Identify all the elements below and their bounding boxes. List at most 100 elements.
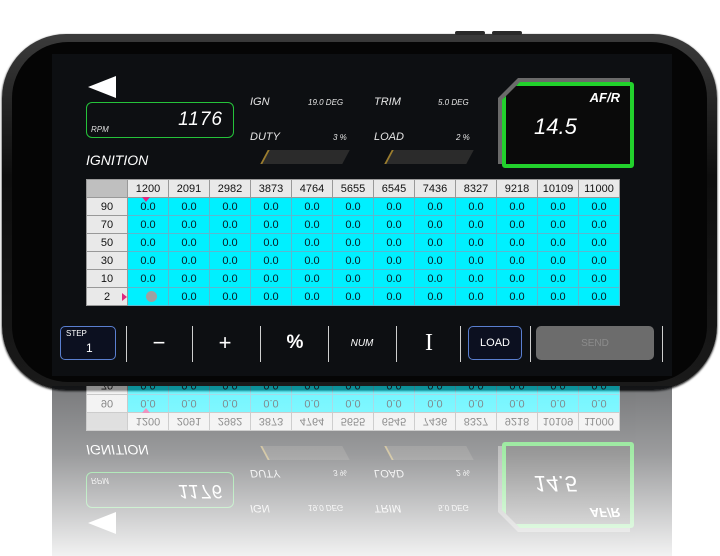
map-cell[interactable]: 0.0 [537, 269, 579, 288]
map-cell[interactable]: 0.0 [168, 287, 210, 306]
map-cell[interactable]: 0.0 [127, 233, 169, 252]
map-cell[interactable]: 0.0 [496, 233, 538, 252]
map-cell[interactable]: 0.0 [578, 233, 620, 252]
map-cell[interactable]: 0.0 [209, 233, 251, 252]
map-cell[interactable]: 0.0 [455, 215, 497, 234]
map-cell[interactable]: 0.0 [291, 287, 333, 306]
map-cell[interactable]: 0.0 [291, 215, 333, 234]
map-cell[interactable]: 0.0 [455, 233, 497, 252]
plus-button[interactable]: + [194, 326, 256, 360]
rpm-column-header: 10109 [537, 179, 579, 198]
rpm-column-header: 4764 [291, 179, 333, 198]
map-cell[interactable]: 0.0 [209, 215, 251, 234]
send-button[interactable]: SEND [536, 326, 654, 360]
map-cell[interactable]: 0.0 [414, 269, 456, 288]
minus-button[interactable]: − [128, 326, 190, 360]
map-cell[interactable]: 0.0 [168, 251, 210, 270]
map-cell[interactable]: 0.0 [127, 197, 169, 216]
map-cell[interactable]: 0.0 [127, 215, 169, 234]
map-cell[interactable]: 0.0 [373, 287, 415, 306]
map-cell[interactable]: 0.0 [414, 287, 456, 306]
map-cell[interactable]: 0.0 [373, 251, 415, 270]
cell-value: 0.0 [181, 290, 197, 303]
map-cell[interactable]: 0.0 [578, 197, 620, 216]
map-cell[interactable]: 0.0 [250, 269, 292, 288]
map-cell[interactable]: 0.0 [537, 287, 579, 306]
map-cell[interactable]: 0.0 [250, 197, 292, 216]
map-cell[interactable]: 0.0 [168, 215, 210, 234]
cursor-button[interactable]: I [398, 326, 460, 360]
map-cell[interactable]: 0.0 [291, 197, 333, 216]
map-cell[interactable]: 0.0 [209, 287, 251, 306]
map-cell[interactable] [122, 287, 169, 306]
map-cell[interactable]: 0.0 [537, 233, 579, 252]
load-row-header: 70 [86, 215, 128, 234]
map-cell[interactable]: 0.0 [209, 251, 251, 270]
map-cell[interactable]: 0.0 [373, 215, 415, 234]
map-cell[interactable]: 0.0 [455, 269, 497, 288]
map-cell[interactable]: 0.0 [578, 251, 620, 270]
map-cell[interactable]: 0.0 [250, 215, 292, 234]
map-cell[interactable]: 0.0 [291, 269, 333, 288]
cell-value: 0.0 [304, 272, 320, 285]
map-cell[interactable]: 0.0 [127, 269, 169, 288]
cell-value: 0.0 [509, 254, 525, 267]
cell-value: 0.0 [427, 218, 443, 231]
map-cell[interactable]: 0.0 [373, 233, 415, 252]
load-button[interactable]: LOAD [468, 326, 522, 360]
map-cell[interactable]: 0.0 [496, 197, 538, 216]
map-cell[interactable]: 0.0 [537, 197, 579, 216]
cell-value: 0.0 [427, 254, 443, 267]
map-cell[interactable]: 0.0 [168, 197, 210, 216]
cell-value: 0.0 [345, 236, 361, 249]
map-cell[interactable]: 0.0 [455, 287, 497, 306]
back-arrow-icon[interactable] [88, 76, 116, 98]
map-cell[interactable]: 0.0 [578, 287, 620, 306]
map-cell[interactable]: 0.0 [332, 233, 374, 252]
map-cell[interactable]: 0.0 [496, 287, 538, 306]
map-cell[interactable]: 0.0 [250, 233, 292, 252]
load-row-header: 30 [86, 251, 128, 270]
map-cell[interactable]: 0.0 [332, 287, 374, 306]
map-cell[interactable]: 0.0 [209, 197, 251, 216]
map-cell[interactable]: 0.0 [168, 269, 210, 288]
rpm-display: RPM 1176 [86, 102, 234, 138]
rpm-column-header: 7436 [414, 179, 456, 198]
rpm-column-header: 5655 [332, 179, 374, 198]
map-cell[interactable]: 0.0 [455, 251, 497, 270]
map-cell[interactable]: 0.0 [250, 251, 292, 270]
load-bar [384, 150, 474, 164]
map-cell[interactable]: 0.0 [332, 251, 374, 270]
map-cell[interactable]: 0.0 [209, 269, 251, 288]
map-cell[interactable]: 0.0 [250, 287, 292, 306]
map-cell[interactable]: 0.0 [414, 197, 456, 216]
num-button[interactable]: NUM [330, 326, 394, 360]
map-cell[interactable]: 0.0 [291, 233, 333, 252]
percent-button[interactable]: % [262, 326, 328, 360]
afr-label: AF/R [589, 90, 620, 105]
map-cell[interactable]: 0.0 [332, 215, 374, 234]
map-cell[interactable]: 0.0 [537, 251, 579, 270]
map-cell[interactable]: 0.0 [537, 215, 579, 234]
map-cell[interactable]: 0.0 [414, 251, 456, 270]
separator [662, 326, 663, 362]
map-cell[interactable]: 0.0 [455, 197, 497, 216]
map-cell[interactable]: 0.0 [332, 197, 374, 216]
map-cell[interactable]: 0.0 [578, 215, 620, 234]
map-cell[interactable]: 0.0 [127, 251, 169, 270]
map-cell[interactable]: 0.0 [291, 251, 333, 270]
map-cell[interactable]: 0.0 [168, 233, 210, 252]
map-cell[interactable]: 0.0 [578, 269, 620, 288]
map-cell[interactable]: 0.0 [496, 269, 538, 288]
cell-value: 0.0 [550, 200, 566, 213]
map-cell[interactable]: 0.0 [373, 269, 415, 288]
map-cell[interactable]: 0.0 [414, 233, 456, 252]
step-button[interactable]: STEP 1 [60, 326, 116, 360]
map-cell[interactable]: 0.0 [332, 269, 374, 288]
cell-value: 0.0 [591, 236, 607, 249]
map-cell[interactable]: 0.0 [496, 215, 538, 234]
map-cell[interactable]: 0.0 [414, 215, 456, 234]
map-cell[interactable]: 0.0 [373, 197, 415, 216]
map-cell[interactable]: 0.0 [496, 251, 538, 270]
cell-value: 0.0 [386, 290, 402, 303]
